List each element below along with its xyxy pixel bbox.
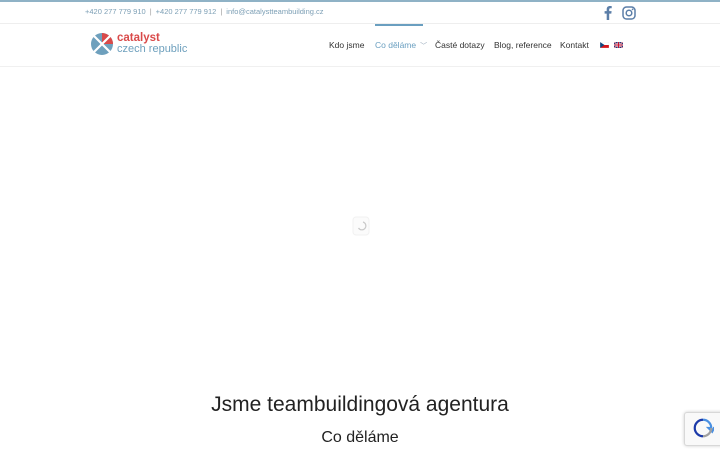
nav-item-caste-dotazy[interactable]: Časté dotazy [435, 40, 485, 50]
separator: | [149, 7, 152, 16]
logo-subtitle: czech republic [117, 43, 188, 55]
site-header: catalyst czech republic Kdo jsme Co dělá… [0, 24, 720, 67]
contact-info: +420 277 779 910 | +420 277 779 912 | info@c… [85, 7, 324, 16]
top-contact-bar: +420 277 779 910 | +420 277 779 912 | info@c… [0, 2, 720, 24]
facebook-icon[interactable] [600, 5, 616, 21]
nav-active-indicator [375, 24, 423, 26]
instagram-icon[interactable] [621, 5, 637, 21]
recaptcha-badge[interactable] [684, 412, 720, 446]
separator: | [220, 7, 223, 16]
uk-flag-icon[interactable] [614, 42, 623, 48]
nav-item-blog-reference[interactable]: Blog, reference [494, 40, 552, 50]
loading-spinner-icon [352, 216, 370, 236]
page-heading: Jsme teambuildingová agentura [211, 393, 509, 416]
cz-flag-icon[interactable] [600, 42, 609, 48]
phone-link-2[interactable]: +420 277 779 912 [156, 7, 217, 16]
email-link[interactable]: info@catalystteambuilding.cz [226, 7, 323, 16]
nav-item-kontakt[interactable]: Kontakt [560, 40, 589, 50]
chevron-down-icon: ﹀ [420, 43, 428, 50]
nav-item-label: Co děláme [375, 40, 417, 50]
logo-mark-icon [91, 33, 113, 55]
site-logo[interactable]: catalyst czech republic [90, 29, 187, 59]
section-heading: Co děláme [321, 429, 399, 446]
recaptcha-icon [693, 418, 714, 438]
nav-item-co-delame[interactable]: Co děláme ﹀ [375, 40, 427, 51]
phone-link-1[interactable]: +420 277 779 910 [85, 7, 146, 16]
nav-item-kdo-jsme[interactable]: Kdo jsme [329, 40, 364, 50]
